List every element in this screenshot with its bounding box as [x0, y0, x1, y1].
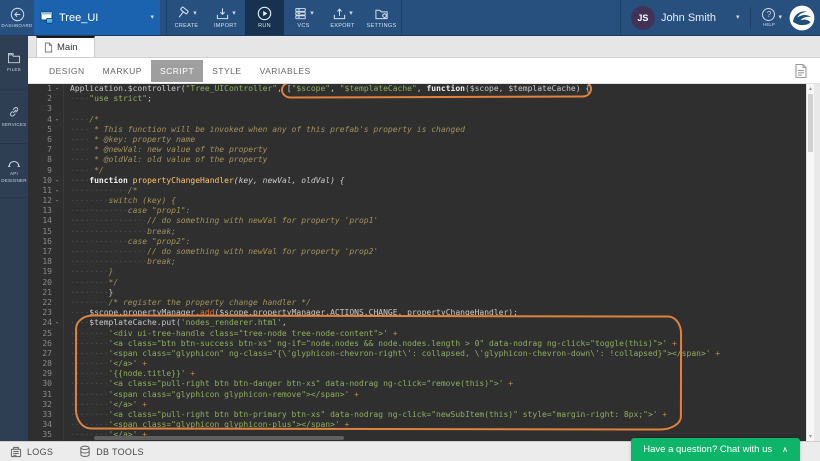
sidebar-item-api-designer[interactable]: API DESIGNER — [0, 144, 28, 198]
sidebar-item-files[interactable]: FILES — [0, 36, 28, 90]
export-caret-icon: ▾ — [349, 10, 353, 17]
user-menu[interactable]: JS John Smith ▾ — [631, 6, 740, 30]
divider — [750, 7, 751, 29]
create-caret-icon: ▾ — [193, 10, 197, 17]
avatar: JS — [631, 6, 655, 30]
create-button[interactable]: ▾ CREATE — [167, 0, 206, 35]
database-icon — [79, 445, 91, 458]
tab-script[interactable]: SCRIPT — [151, 60, 203, 82]
vertical-scrollbar[interactable]: ▴ ▾ — [806, 84, 814, 441]
help-question-icon: ? — [762, 8, 775, 21]
project-caret-icon: ▾ — [150, 14, 154, 21]
logs-button[interactable]: LOGS — [10, 446, 53, 458]
vcs-stack-icon — [293, 6, 308, 21]
page-doc-icon — [44, 42, 53, 53]
file-actions-icon[interactable] — [794, 63, 808, 79]
tab-style[interactable]: STYLE — [203, 60, 250, 82]
subtab-bar: DESIGN MARKUP SCRIPT STYLE VARIABLES — [28, 58, 820, 84]
import-icon — [215, 6, 230, 21]
tab-variables[interactable]: VARIABLES — [251, 60, 320, 82]
top-bar: DASHBOARD Tree_UI ▾ ▾ CREATE — [0, 0, 820, 36]
chevron-up-icon: ∧ — [782, 445, 788, 454]
import-caret-icon: ▾ — [232, 10, 236, 17]
vcs-button[interactable]: ▾ VCS — [284, 0, 323, 35]
toolbar-divider — [401, 0, 402, 35]
user-caret-icon: ▾ — [736, 14, 740, 21]
user-name: John Smith — [661, 12, 716, 24]
export-button[interactable]: ▾ EXPORT — [323, 0, 362, 35]
settings-button[interactable]: SETTINGS — [362, 0, 401, 35]
link-icon — [7, 105, 21, 119]
project-icon — [40, 11, 54, 24]
gutter: 1-234-5678910-11-12-13141516171819202122… — [28, 84, 64, 441]
run-play-icon — [257, 6, 272, 21]
tab-markup[interactable]: MARKUP — [94, 60, 151, 82]
scrollbar-thumb[interactable] — [808, 94, 813, 152]
run-button[interactable]: RUN — [245, 0, 284, 35]
code-area[interactable]: Application.$controller("Tree_UIControll… — [64, 84, 806, 441]
scroll-down-icon[interactable]: ▾ — [807, 433, 814, 440]
code-editor[interactable]: 1-234-5678910-11-12-13141516171819202122… — [28, 84, 806, 441]
vcs-caret-icon: ▾ — [310, 10, 314, 17]
topbar-right: JS John Smith ▾ ? HELP ▾ — [620, 0, 820, 35]
help-caret-icon: ▾ — [778, 14, 782, 21]
wavemaker-logo — [789, 5, 815, 31]
db-tools-button[interactable]: DB TOOLS — [79, 445, 144, 458]
import-button[interactable]: ▾ IMPORT — [206, 0, 245, 35]
arc-icon — [7, 157, 21, 168]
tab-main-label: Main — [57, 42, 78, 53]
dashboard-button[interactable]: DASHBOARD — [0, 0, 34, 35]
back-circle-icon — [10, 7, 25, 22]
help-menu[interactable]: ? HELP — [762, 8, 775, 27]
export-icon — [332, 6, 347, 21]
horizontal-scrollbar-thumb[interactable] — [94, 436, 344, 440]
tab-design[interactable]: DESIGN — [40, 60, 94, 82]
scroll-up-icon[interactable]: ▴ — [807, 85, 814, 92]
sidebar-item-services[interactable]: SERVICES — [0, 90, 28, 144]
project-name: Tree_UI — [59, 12, 145, 24]
folder-icon — [7, 52, 21, 64]
project-selector[interactable]: Tree_UI ▾ — [34, 0, 160, 35]
chat-with-us-button[interactable]: Have a question? Chat with us ∧ — [631, 438, 800, 461]
hammer-icon — [176, 6, 191, 21]
left-sidebar: FILES SERVICES API DESIGNER — [0, 36, 28, 441]
logs-icon — [10, 446, 22, 458]
tab-main[interactable]: Main — [36, 36, 95, 57]
settings-folder-gear-icon — [374, 6, 390, 21]
toolbar: ▾ CREATE ▾ IMPORT — [166, 0, 401, 35]
tab-strip: Main — [28, 36, 820, 58]
dashboard-label: DASHBOARD — [1, 23, 32, 28]
